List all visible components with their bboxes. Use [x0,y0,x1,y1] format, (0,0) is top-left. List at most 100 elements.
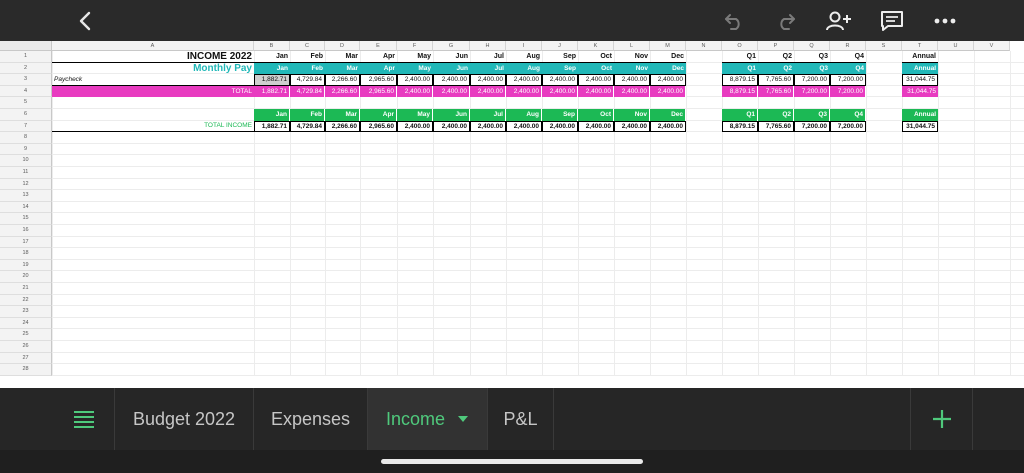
income-header-feb[interactable]: Feb [290,109,325,121]
select-all-corner[interactable] [0,41,52,51]
income-header-nov[interactable]: Nov [614,109,650,121]
total-feb[interactable]: 4,729.84 [290,85,325,98]
paycheck-label[interactable]: Paycheck [52,74,254,86]
total-mar[interactable]: 2,266.60 [325,85,360,98]
row-header-22[interactable]: 22 [0,294,52,307]
total-income-dec[interactable]: 2,400.00 [650,120,686,133]
column-header-p[interactable]: P [758,41,794,51]
month-header-mar[interactable]: Mar [325,62,360,75]
total-sep[interactable]: 2,400.00 [542,85,578,98]
monthly-pay-label[interactable]: Monthly Pay [52,63,254,75]
total-q4[interactable]: 7,200.00 [830,85,866,98]
income-header-may[interactable]: May [397,109,433,121]
row-header-10[interactable]: 10 [0,155,52,167]
column-header-h[interactable]: H [470,41,506,51]
total-income-jun[interactable]: 2,400.00 [433,120,470,133]
row-header-28[interactable]: 28 [0,364,52,376]
column-header-i[interactable]: I [506,41,542,51]
row-header-13[interactable]: 13 [0,190,52,202]
total-income-apr[interactable]: 2,965.60 [360,120,397,133]
total-income-jul[interactable]: 2,400.00 [470,120,506,133]
total-income-q4[interactable]: 7,200.00 [830,120,866,133]
quarter-header-q3[interactable]: Q3 [794,62,830,75]
total-dec[interactable]: 2,400.00 [650,85,686,98]
paycheck-aug[interactable]: 2,400.00 [506,74,542,86]
row-header-11[interactable]: 11 [0,167,52,179]
income-header-sep[interactable]: Sep [542,109,578,121]
row-header-26[interactable]: 26 [0,341,52,353]
paycheck-feb[interactable]: 4,729.84 [290,74,325,86]
column-header-u[interactable]: U [938,41,974,51]
income-header-dec[interactable]: Dec [650,109,686,121]
header-jul[interactable]: Jul [470,51,506,63]
back-button[interactable] [70,0,100,41]
row-header-7[interactable]: 7 [0,120,52,133]
column-header-k[interactable]: K [578,41,614,51]
row-header-15[interactable]: 15 [0,213,52,225]
total-jan[interactable]: 1,882.71 [254,85,290,98]
quarter-header-q2[interactable]: Q2 [758,62,794,75]
comments-button[interactable] [876,0,908,41]
header-annual[interactable]: Annual [902,51,938,63]
total-income-oct[interactable]: 2,400.00 [578,120,614,133]
column-header-n[interactable]: N [686,41,722,51]
tab-p-and-l[interactable]: P&L [488,388,554,450]
total-nov[interactable]: 2,400.00 [614,85,650,98]
paycheck-q1[interactable]: 8,879.15 [722,74,758,86]
header-q1[interactable]: Q1 [722,51,758,63]
row-header-19[interactable]: 19 [0,259,52,272]
header-feb[interactable]: Feb [290,51,325,63]
total-income-sep[interactable]: 2,400.00 [542,120,578,133]
paycheck-dec[interactable]: 2,400.00 [650,74,686,86]
total-q3[interactable]: 7,200.00 [794,85,830,98]
total-income-q2[interactable]: 7,765.60 [758,120,794,133]
column-header-t[interactable]: T [902,41,938,51]
column-header-o[interactable]: O [722,41,758,51]
header-sep[interactable]: Sep [542,51,578,63]
month-header-nov[interactable]: Nov [614,62,650,75]
row-header-18[interactable]: 18 [0,248,52,260]
row-header-16[interactable]: 16 [0,225,52,237]
column-header-q[interactable]: Q [794,41,830,51]
header-may[interactable]: May [397,51,433,63]
total-q2[interactable]: 7,765.60 [758,85,794,98]
column-header-b[interactable]: B [254,41,290,51]
quarter-header-q4[interactable]: Q4 [830,62,866,75]
column-header-m[interactable]: M [650,41,686,51]
row-header-12[interactable]: 12 [0,178,52,191]
month-header-feb[interactable]: Feb [290,62,325,75]
paycheck-q2[interactable]: 7,765.60 [758,74,794,86]
column-header-s[interactable]: S [866,41,902,51]
share-button[interactable] [822,0,856,41]
column-header-f[interactable]: F [397,41,433,51]
header-aug[interactable]: Aug [506,51,542,63]
income-title[interactable]: INCOME 2022 [52,51,254,63]
month-header-apr[interactable]: Apr [360,62,397,75]
total-annual[interactable]: 31,044.75 [902,85,938,98]
paycheck-jul[interactable]: 2,400.00 [470,74,506,86]
annual-header[interactable]: Annual [902,62,938,75]
income-header-annual[interactable]: Annual [902,109,938,121]
total-income-nov[interactable]: 2,400.00 [614,120,650,133]
total-jul[interactable]: 2,400.00 [470,85,506,98]
row-header-24[interactable]: 24 [0,317,52,330]
undo-button[interactable] [718,0,750,41]
income-header-q1[interactable]: Q1 [722,109,758,121]
income-header-jul[interactable]: Jul [470,109,506,121]
row-header-27[interactable]: 27 [0,352,52,365]
month-header-dec[interactable]: Dec [650,62,686,75]
income-header-mar[interactable]: Mar [325,109,360,121]
total-apr[interactable]: 2,965.60 [360,85,397,98]
paycheck-mar[interactable]: 2,266.60 [325,74,360,86]
spreadsheet-grid[interactable]: A B C D E F G H I J K L M N O P Q R S T U V 1 2 3 4 5 6 7 8 9 10 11 12 13 1… [0,41,1024,388]
header-dec[interactable]: Dec [650,51,686,63]
income-header-apr[interactable]: Apr [360,109,397,121]
row-header-5[interactable]: 5 [0,97,52,109]
tab-income[interactable]: Income [368,388,488,450]
column-header-a[interactable]: A [52,41,254,51]
row-header-23[interactable]: 23 [0,306,52,318]
income-header-jun[interactable]: Jun [433,109,470,121]
month-header-jul[interactable]: Jul [470,62,506,75]
column-header-e[interactable]: E [360,41,397,51]
total-label[interactable]: TOTAL [52,85,254,98]
